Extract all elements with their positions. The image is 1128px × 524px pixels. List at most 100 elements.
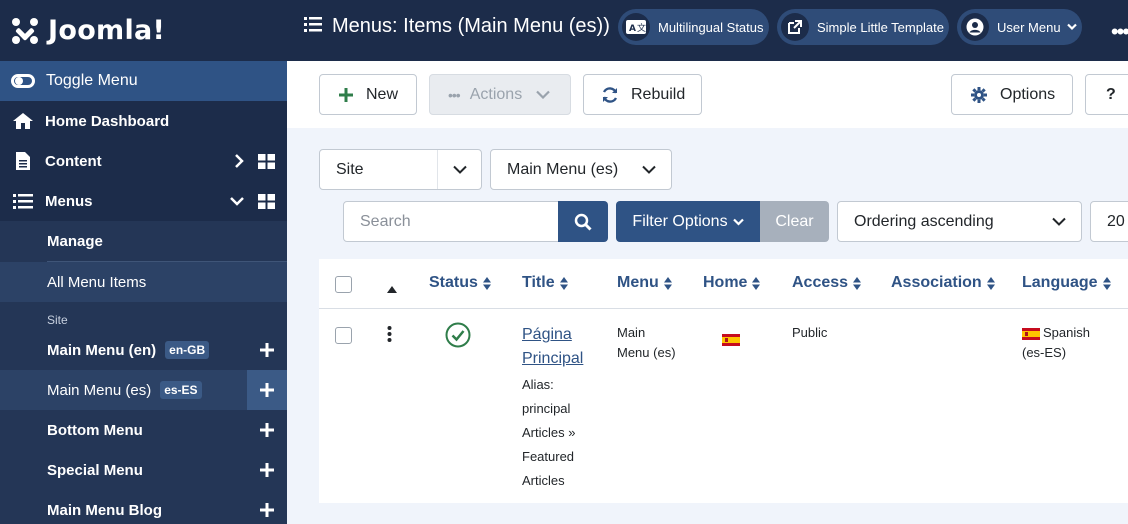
select-all-checkbox[interactable] bbox=[335, 276, 352, 293]
chevron-down-icon[interactable] bbox=[230, 196, 244, 206]
item-title-link[interactable]: Página Principal bbox=[522, 323, 602, 371]
sidebar: Joomla! Toggle Menu Home Dashboard Conte… bbox=[0, 0, 287, 524]
list-icon bbox=[12, 193, 34, 209]
sidebar-item-special-menu[interactable]: Special Menu bbox=[0, 450, 287, 490]
item-alias: Alias: principal bbox=[522, 377, 571, 416]
ordering-select-value: Ordering ascending bbox=[854, 212, 994, 230]
user-menu-label: User Menu bbox=[997, 19, 1061, 35]
ordering-select[interactable]: Ordering ascending bbox=[837, 201, 1082, 242]
sidebar-item-all-menu-items[interactable]: All Menu Items bbox=[0, 262, 287, 302]
menus-submenu: Manage All Menu Items Site Main Menu (en… bbox=[0, 221, 287, 524]
header: Menus: Items (Main Menu (es)) A文 Multili… bbox=[287, 0, 1128, 61]
sort-ordering-icon[interactable] bbox=[387, 280, 397, 298]
sidebar-item-manage[interactable]: Manage bbox=[0, 221, 287, 261]
dashboard-grid-icon[interactable] bbox=[258, 193, 275, 209]
filter-options-button[interactable]: Filter Options bbox=[616, 201, 760, 242]
multilingual-status-button[interactable]: A文 Multilingual Status bbox=[618, 9, 769, 45]
column-language[interactable]: Language bbox=[1022, 274, 1111, 292]
column-title[interactable]: Title bbox=[522, 274, 568, 292]
sidebar-item-label: Home Dashboard bbox=[45, 112, 170, 130]
menu-select[interactable]: Main Menu (es) bbox=[490, 149, 672, 190]
language-icon: A文 bbox=[622, 13, 650, 41]
sidebar-item-menus[interactable]: Menus bbox=[0, 181, 287, 221]
sort-icon bbox=[1102, 276, 1111, 290]
sidebar-item-label: Main Menu (en) bbox=[47, 341, 157, 359]
actions-label: Actions bbox=[469, 85, 523, 103]
rebuild-button[interactable]: Rebuild bbox=[583, 74, 702, 115]
search-input[interactable]: Search bbox=[343, 201, 559, 242]
column-status[interactable]: Status bbox=[429, 274, 491, 292]
toggle-menu-button[interactable]: Toggle Menu bbox=[0, 61, 287, 101]
chevron-down-icon bbox=[732, 218, 744, 226]
sidebar-item-home[interactable]: Home Dashboard bbox=[0, 101, 287, 141]
more-icon[interactable]: ••• bbox=[1111, 19, 1128, 45]
add-item-button[interactable] bbox=[247, 370, 287, 410]
site-template-button[interactable]: Simple Little Template bbox=[777, 9, 949, 45]
sidebar-item-main-menu-blog[interactable]: Main Menu Blog bbox=[0, 490, 287, 524]
row-checkbox[interactable] bbox=[335, 327, 352, 344]
limit-select-value: 20 bbox=[1107, 212, 1125, 230]
toggle-icon bbox=[11, 74, 35, 88]
options-button[interactable]: Options bbox=[951, 74, 1073, 115]
sort-icon bbox=[986, 276, 995, 290]
client-select[interactable]: Site bbox=[319, 149, 482, 190]
limit-select[interactable]: 20 bbox=[1090, 201, 1128, 242]
sort-icon bbox=[853, 276, 862, 290]
help-button[interactable]: ? bbox=[1085, 74, 1128, 115]
sort-icon bbox=[663, 276, 672, 290]
add-item-button[interactable] bbox=[247, 490, 287, 524]
list-icon bbox=[304, 15, 322, 38]
sidebar-item-label: Main Menu Blog bbox=[47, 501, 162, 519]
sidebar-item-main-menu-en[interactable]: Main Menu (en) en-GB bbox=[0, 330, 287, 370]
published-check-icon[interactable] bbox=[445, 322, 471, 353]
column-menu[interactable]: Menu bbox=[617, 274, 672, 292]
ellipsis-icon: ••• bbox=[448, 86, 461, 103]
sort-icon bbox=[559, 276, 568, 290]
sidebar-item-label: Content bbox=[45, 152, 102, 170]
sidebar-item-label: All Menu Items bbox=[47, 273, 147, 291]
item-menu: Main Menu (es) bbox=[617, 325, 676, 360]
joomla-logo[interactable]: Joomla! bbox=[0, 0, 287, 61]
column-access-label: Access bbox=[792, 274, 849, 291]
add-item-button[interactable] bbox=[247, 450, 287, 490]
sidebar-item-label: Bottom Menu bbox=[47, 421, 143, 439]
external-link-icon bbox=[781, 13, 809, 41]
add-item-button[interactable] bbox=[247, 410, 287, 450]
options-label: Options bbox=[1000, 85, 1056, 103]
joomla-logo-icon bbox=[12, 17, 38, 44]
page-title: Menus: Items (Main Menu (es)) bbox=[304, 15, 610, 38]
new-button[interactable]: New bbox=[319, 74, 417, 115]
add-item-button[interactable] bbox=[247, 330, 287, 370]
spain-flag-icon[interactable] bbox=[722, 331, 740, 349]
chevron-right-icon[interactable] bbox=[234, 154, 244, 168]
template-label: Simple Little Template bbox=[817, 19, 944, 35]
column-association[interactable]: Association bbox=[891, 274, 995, 292]
sidebar-item-label: Manage bbox=[47, 232, 103, 250]
actions-button[interactable]: ••• Actions bbox=[429, 74, 571, 115]
column-access[interactable]: Access bbox=[792, 274, 862, 292]
column-menu-label: Menu bbox=[617, 274, 659, 291]
filter-options-label: Filter Options bbox=[632, 212, 728, 230]
sidebar-item-content[interactable]: Content bbox=[0, 141, 287, 181]
table-header: Status Title Menu Home Access Associatio… bbox=[319, 259, 1128, 309]
sidebar-item-bottom-menu[interactable]: Bottom Menu bbox=[0, 410, 287, 450]
site-heading: Site bbox=[47, 313, 68, 327]
chevron-down-icon bbox=[437, 150, 481, 189]
column-home[interactable]: Home bbox=[703, 274, 761, 292]
dashboard-grid-icon[interactable] bbox=[258, 153, 275, 169]
drag-handle-icon[interactable] bbox=[387, 326, 392, 347]
plus-icon bbox=[260, 423, 274, 437]
plus-icon bbox=[260, 383, 274, 397]
column-home-label: Home bbox=[703, 274, 748, 291]
logo-text: Joomla! bbox=[48, 15, 166, 46]
clear-button[interactable]: Clear bbox=[760, 201, 829, 242]
sidebar-item-main-menu-es[interactable]: Main Menu (es) es-ES bbox=[0, 370, 287, 410]
user-menu-button[interactable]: User Menu bbox=[957, 9, 1082, 45]
sidebar-item-label: Menus bbox=[45, 192, 93, 210]
language-badge: es-ES bbox=[160, 381, 202, 399]
item-access: Public bbox=[792, 325, 828, 340]
refresh-icon bbox=[601, 86, 619, 104]
new-label: New bbox=[366, 85, 399, 103]
search-button[interactable] bbox=[558, 201, 608, 242]
menu-items-table: Status Title Menu Home Access Associatio… bbox=[319, 259, 1128, 503]
